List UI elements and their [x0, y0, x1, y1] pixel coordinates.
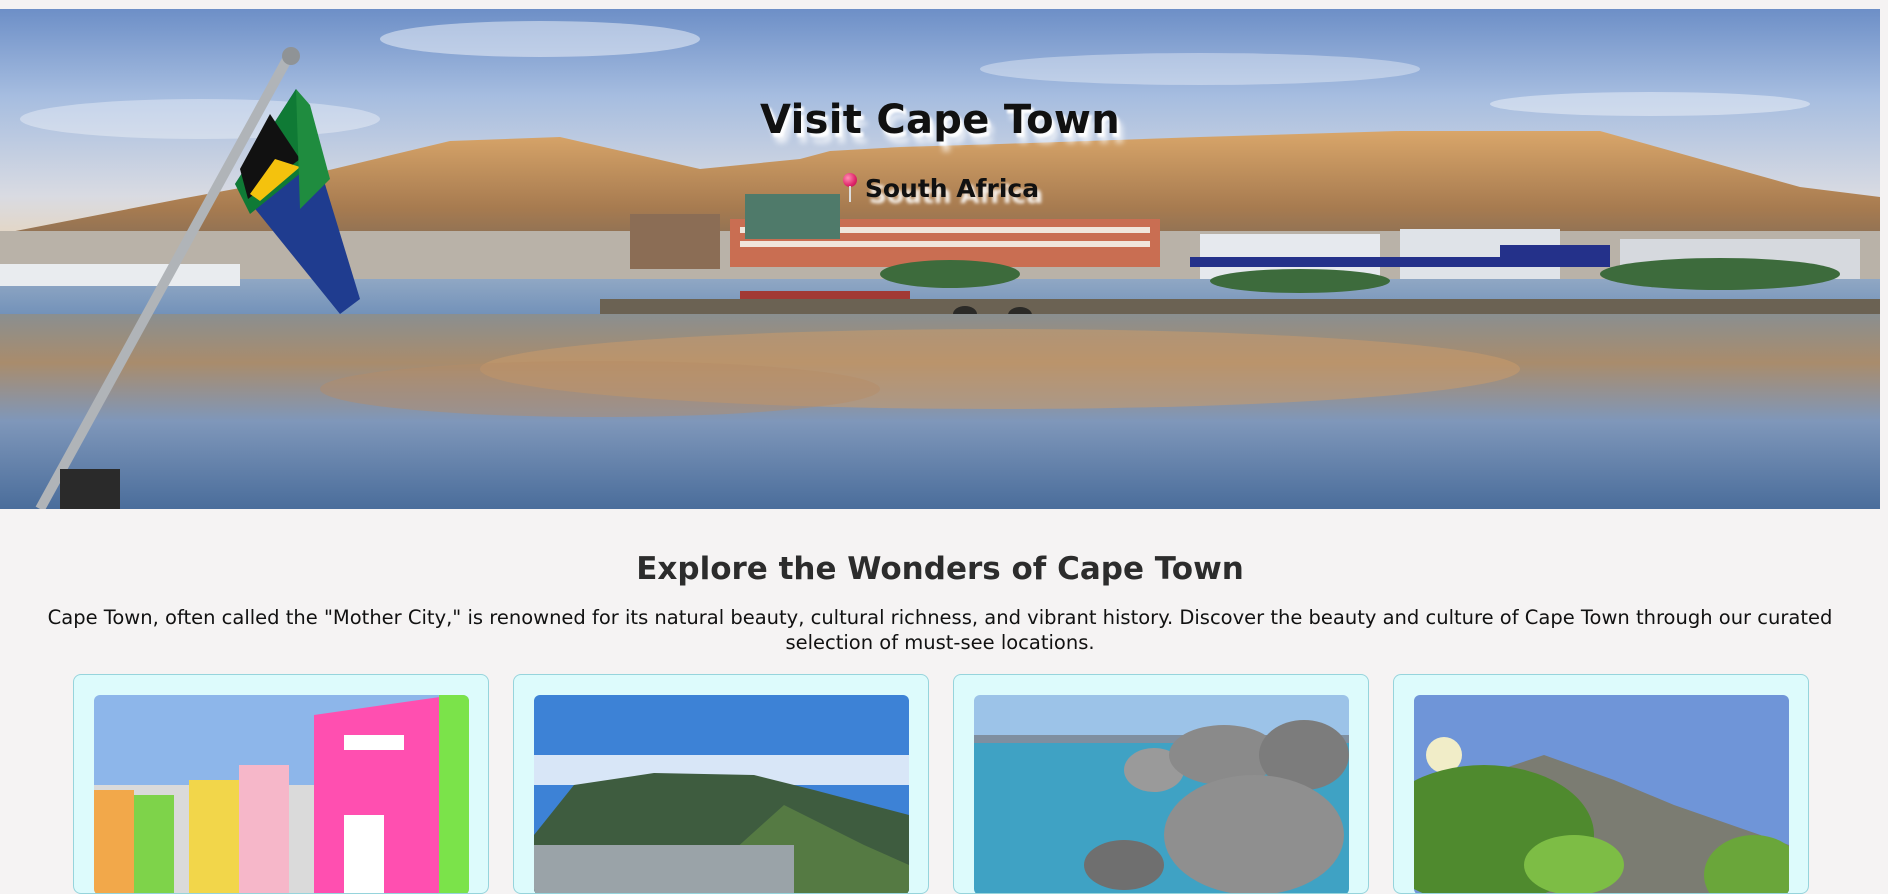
page-title: Visit Cape Town — [760, 97, 1120, 143]
section-heading: Explore the Wonders of Cape Town — [636, 550, 1244, 587]
hero-banner: Visit Cape Town South Africa — [0, 9, 1880, 509]
intro-paragraph: Cape Town, often called the "Mother City… — [47, 605, 1833, 654]
destination-cards — [73, 674, 1809, 894]
map-pin-icon — [841, 173, 859, 203]
top-strip — [0, 0, 1888, 9]
bo-kaap-image[interactable] — [94, 695, 469, 893]
table-mountain-image[interactable] — [534, 695, 909, 893]
boulders-beach-image[interactable] — [974, 695, 1349, 893]
destination-card[interactable] — [953, 674, 1369, 894]
hero-location: South Africa — [0, 173, 1880, 203]
destination-card[interactable] — [513, 674, 929, 894]
hero-background-image — [0, 9, 1880, 509]
mountain-trail-image[interactable] — [1414, 695, 1789, 893]
destination-card[interactable] — [73, 674, 489, 894]
destination-card[interactable] — [1393, 674, 1809, 894]
location-label: South Africa — [864, 173, 1040, 203]
